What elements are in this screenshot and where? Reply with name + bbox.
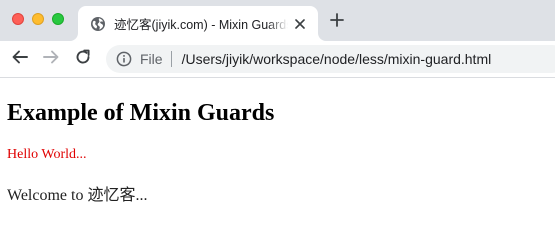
new-tab-button[interactable] <box>328 12 346 32</box>
scheme-label: File <box>140 51 163 67</box>
tab-title: 迹忆客(jiyik.com) - Mixin Guards <box>114 18 288 32</box>
back-button[interactable] <box>10 49 30 69</box>
reload-button[interactable] <box>73 49 93 69</box>
reload-icon <box>74 48 92 71</box>
divider <box>170 51 172 67</box>
red-paragraph: Hello World... <box>7 147 87 162</box>
minimize-window-button[interactable] <box>32 13 44 25</box>
page-heading: Example of Mixin Guards <box>7 100 275 126</box>
arrow-left-icon <box>11 48 29 71</box>
maximize-window-button[interactable] <box>52 13 64 25</box>
arrow-right-icon <box>42 48 60 71</box>
address-bar[interactable]: File /Users/jiyik/workspace/node/less/mi… <box>106 45 555 73</box>
tab-strip: 迹忆客(jiyik.com) - Mixin Guards <box>0 0 555 41</box>
tab-active[interactable]: 迹忆客(jiyik.com) - Mixin Guards <box>78 6 318 41</box>
info-icon[interactable] <box>116 51 132 67</box>
welcome-paragraph: Welcome to 迹忆客... <box>7 187 148 204</box>
forward-button[interactable] <box>41 49 61 69</box>
browser-toolbar: File /Users/jiyik/workspace/node/less/mi… <box>0 41 555 78</box>
close-icon[interactable] <box>292 16 308 32</box>
close-window-button[interactable] <box>12 13 24 25</box>
globe-icon <box>90 16 106 32</box>
url-text[interactable]: /Users/jiyik/workspace/node/less/mixin-g… <box>182 51 492 67</box>
plus-icon <box>330 12 344 32</box>
window-controls <box>12 13 64 25</box>
